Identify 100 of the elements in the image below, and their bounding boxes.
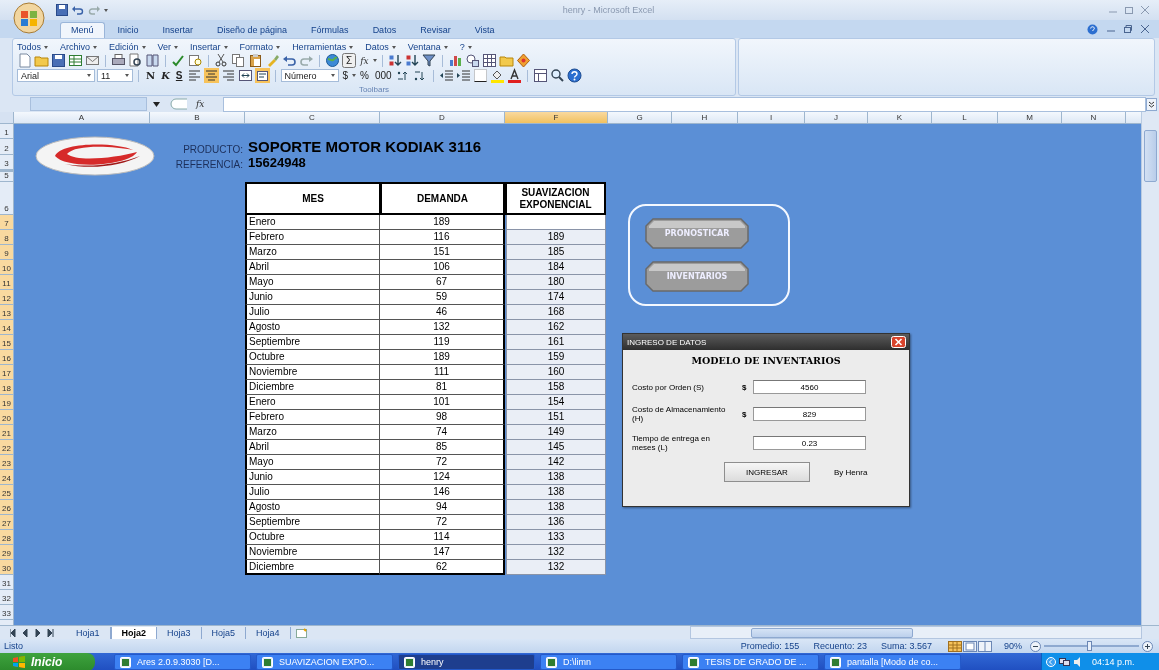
row-header[interactable]: 19 <box>0 395 14 410</box>
page-break-view-icon[interactable] <box>978 640 992 652</box>
printer-icon[interactable] <box>111 53 126 68</box>
underline-button[interactable]: S <box>173 70 185 81</box>
restore-icon[interactable] <box>1124 25 1132 33</box>
row-header[interactable]: 22 <box>0 440 14 455</box>
sort-descending-icon[interactable] <box>404 53 420 68</box>
caret-icon[interactable] <box>276 45 281 49</box>
percent-button[interactable]: % <box>358 70 371 81</box>
caret-icon[interactable] <box>93 45 98 49</box>
zoom-icon[interactable] <box>549 68 565 83</box>
input-field[interactable]: 829 <box>753 407 866 421</box>
help-icon[interactable] <box>1087 23 1098 35</box>
menu-item[interactable]: Todos <box>17 42 42 52</box>
page-layout-view-icon[interactable] <box>963 640 977 652</box>
ribbon-tab[interactable]: Inicio <box>106 22 150 38</box>
row-header[interactable]: 14 <box>0 320 14 335</box>
column-header[interactable]: H <box>672 112 738 124</box>
caret-icon[interactable] <box>330 74 335 77</box>
taskbar-button[interactable]: pantalla [Modo de co... <box>824 654 961 670</box>
row-header[interactable]: 17 <box>0 365 14 380</box>
column-header[interactable]: N <box>1062 112 1126 124</box>
caret-icon[interactable] <box>372 59 377 62</box>
sort-ascending-icon[interactable] <box>387 53 403 68</box>
undo-icon[interactable] <box>282 53 297 68</box>
fill-color-icon[interactable] <box>489 68 505 83</box>
column-header[interactable]: A <box>14 112 150 124</box>
book-icon[interactable] <box>145 53 160 68</box>
caret-icon[interactable] <box>349 45 354 49</box>
caret-icon[interactable] <box>125 74 129 77</box>
input-field[interactable]: 0.23 <box>753 436 866 450</box>
column-header[interactable]: G <box>608 112 672 124</box>
caret-icon[interactable] <box>467 45 472 49</box>
column-header[interactable]: B <box>150 112 245 124</box>
taskbar-button[interactable]: Ares 2.0.9.3030 [D... <box>114 654 251 670</box>
print-preview-icon[interactable] <box>128 53 143 68</box>
formula-input[interactable] <box>223 96 1146 112</box>
align-left-icon[interactable] <box>186 68 202 83</box>
wrap-text-icon[interactable] <box>254 68 270 83</box>
ribbon-tab[interactable]: Vista <box>463 22 506 38</box>
number-format-field[interactable]: Número <box>280 69 339 82</box>
merge-cells-icon[interactable] <box>237 68 253 83</box>
bar-chart-icon[interactable] <box>447 53 463 68</box>
decrease-indent-icon[interactable] <box>438 68 454 83</box>
increase-indent-icon[interactable] <box>455 68 471 83</box>
column-header[interactable]: D <box>380 112 505 124</box>
menu-item[interactable]: Datos <box>365 42 389 52</box>
insert-function-button[interactable]: fx <box>196 99 205 109</box>
row-header[interactable]: 16 <box>0 350 14 365</box>
globe-icon[interactable] <box>325 53 340 68</box>
column-header[interactable]: L <box>932 112 998 124</box>
row-header[interactable]: 24 <box>0 470 14 485</box>
caret-icon[interactable] <box>391 45 396 49</box>
menu-item[interactable]: Herramientas <box>292 42 347 52</box>
caret-icon[interactable] <box>443 45 448 49</box>
ribbon-tab[interactable]: Insertar <box>151 22 205 38</box>
undo-icon[interactable] <box>72 4 84 16</box>
italic-button[interactable]: K <box>159 70 172 81</box>
vertical-scrollbar[interactable] <box>1141 112 1159 625</box>
horizontal-scrollbar[interactable] <box>690 626 1142 639</box>
taskbar-button[interactable]: SUAVIZACION EXPO... <box>256 654 393 670</box>
menu-item[interactable]: ? <box>459 42 465 52</box>
row-header[interactable]: 3 <box>0 155 14 170</box>
column-header[interactable]: I <box>738 112 805 124</box>
row-header[interactable]: 21 <box>0 425 14 440</box>
zoom-in-icon[interactable] <box>1142 640 1153 652</box>
font-color-icon[interactable] <box>506 68 522 83</box>
ribbon-tab[interactable]: Datos <box>361 22 408 38</box>
research-icon[interactable] <box>188 53 203 68</box>
row-header[interactable]: 11 <box>0 275 14 290</box>
row-header[interactable]: 2 <box>0 139 14 155</box>
row-header[interactable]: 7 <box>0 215 14 230</box>
expand-icon[interactable] <box>1146 97 1157 111</box>
row-header[interactable]: 18 <box>0 380 14 395</box>
help-icon[interactable] <box>566 68 582 83</box>
new-sheet-icon[interactable] <box>294 628 309 639</box>
row-header[interactable]: 12 <box>0 290 14 305</box>
caret-icon[interactable] <box>352 74 357 77</box>
copy-icon[interactable] <box>231 53 246 68</box>
submit-button[interactable]: INGRESAR <box>724 462 810 482</box>
caret-icon[interactable] <box>223 45 228 49</box>
row-header[interactable]: 1 <box>0 124 14 139</box>
row-header[interactable]: 13 <box>0 305 14 320</box>
normal-view-icon[interactable] <box>948 640 962 652</box>
page-layout-icon[interactable] <box>532 68 548 83</box>
input-field[interactable]: 4560 <box>753 380 866 394</box>
zoom-out-icon[interactable] <box>1030 640 1041 652</box>
speaker-icon[interactable] <box>1073 657 1083 667</box>
row-header[interactable]: 10 <box>0 260 14 275</box>
menu-item[interactable]: Archivo <box>60 42 91 52</box>
caret-icon[interactable] <box>104 8 108 12</box>
column-header[interactable]: J <box>805 112 868 124</box>
filter-icon[interactable] <box>421 53 437 68</box>
caret-icon[interactable] <box>87 74 91 77</box>
scroll-thumb[interactable] <box>751 628 913 638</box>
envelope-icon[interactable] <box>85 53 100 68</box>
row-header[interactable]: 15 <box>0 335 14 350</box>
taskbar-button[interactable]: TESIS DE GRADO DE ... <box>682 654 819 670</box>
grid-icon[interactable] <box>481 53 497 68</box>
ribbon-tab[interactable]: Menú <box>60 22 105 38</box>
